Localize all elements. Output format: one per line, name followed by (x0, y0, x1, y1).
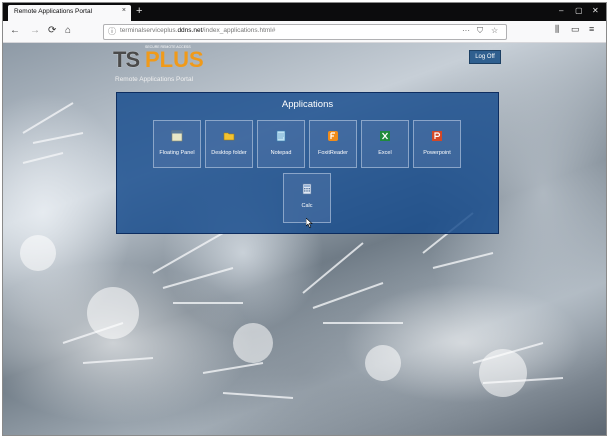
tab-title: Remote Applications Portal (14, 8, 93, 15)
maximize-icon[interactable]: ▢ (575, 6, 583, 16)
menu-icon[interactable]: ≡ (589, 24, 594, 34)
powerpoint-icon (432, 131, 442, 141)
tab-remote-applications-portal[interactable]: Remote Applications Portal × (8, 5, 131, 21)
close-tab-icon[interactable]: × (122, 7, 126, 14)
back-icon[interactable]: ← (10, 24, 20, 37)
folder-icon (223, 132, 235, 141)
log-off-button[interactable]: Log Off (469, 50, 501, 64)
navigation-bar: ← → ⟳ ⌂ ⓘ terminalserviceplus.ddns.net/i… (3, 21, 606, 43)
floating-panel-icon (171, 130, 183, 142)
forward-icon[interactable]: → (30, 24, 40, 37)
reload-icon[interactable]: ⟳ (48, 24, 56, 37)
pocket-icon[interactable]: ⛉ (477, 26, 483, 36)
tab-bar: Remote Applications Portal × + – ▢ ✕ (3, 3, 606, 21)
panel-title: Applications (281, 99, 334, 110)
portal-subtitle: Remote Applications Portal (115, 76, 194, 83)
new-tab-button[interactable]: + (136, 5, 142, 17)
minimize-icon[interactable]: – (559, 6, 563, 16)
app-excel[interactable]: Excel (361, 120, 409, 168)
app-floating-panel[interactable]: Floating Panel (153, 120, 201, 168)
excel-icon (380, 131, 390, 141)
app-notepad[interactable]: Notepad (257, 120, 305, 168)
calculator-icon (302, 183, 312, 195)
browser-window: Remote Applications Portal × + – ▢ ✕ ← →… (2, 2, 607, 436)
app-powerpoint[interactable]: Powerpoint (413, 120, 461, 168)
sidebar-icon[interactable]: ▭ (571, 24, 580, 35)
home-icon[interactable]: ⌂ (65, 24, 71, 37)
page-actions-icon[interactable]: ··· (462, 26, 470, 35)
page-content: TS PLUS SECURE REMOTE ACCESS Remote Appl… (3, 43, 606, 435)
mouse-cursor-icon (306, 218, 313, 228)
address-bar[interactable]: ⓘ terminalserviceplus.ddns.net/index_app… (103, 24, 507, 40)
applications-panel: Applications Floating Panel Desktop fold… (116, 92, 499, 234)
library-icon[interactable]: ⫼ (555, 24, 559, 35)
bookmark-star-icon[interactable]: ☆ (491, 26, 498, 35)
url-text: terminalserviceplus.ddns.net/index_appli… (120, 27, 276, 34)
close-window-icon[interactable]: ✕ (592, 6, 599, 16)
app-desktop-folder[interactable]: Desktop folder (205, 120, 253, 168)
site-info-icon[interactable]: ⓘ (108, 26, 116, 37)
app-calc[interactable]: Calc (283, 173, 331, 223)
app-foxitreader[interactable]: FoxitReader (309, 120, 357, 168)
notepad-icon (276, 130, 286, 142)
foxit-icon (328, 131, 338, 141)
